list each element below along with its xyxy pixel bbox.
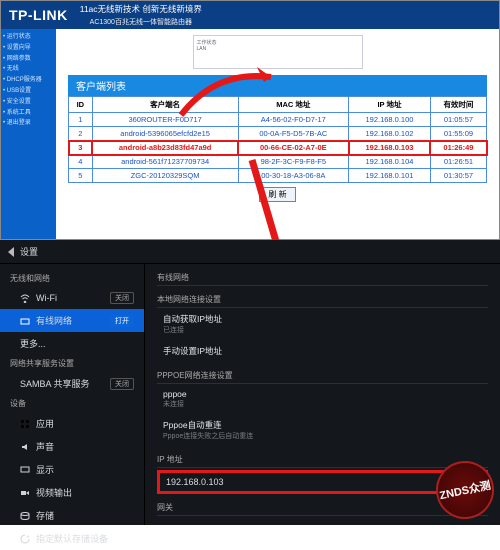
row-manual-ip[interactable]: 手动设置IP地址 (157, 340, 488, 362)
row-auto-ip[interactable]: 自动获取IP地址 已连接 (157, 308, 488, 340)
sidebar-item[interactable]: • DHCP服务器 (3, 75, 54, 86)
subhead-local-conn: 本地网络连接设置 (157, 292, 488, 308)
subhead-ip: IP 地址 (157, 452, 488, 468)
router-sidebar[interactable]: • 运行状态• 设置向导• 网络参数• 无线• DHCP服务器• USB设置• … (1, 29, 56, 239)
sidebar-item[interactable]: • 运行状态 (3, 32, 54, 43)
sidebar-item-more[interactable]: 更多... (0, 332, 144, 355)
sidebar-item-ethernet[interactable]: 有线网络 打开 (0, 309, 144, 332)
table-row[interactable]: 5ZGC-20120329SQM00-30-18-A3-06-8A192.168… (69, 169, 487, 183)
table-row[interactable]: 2android-5396065efcfd2e1500-0A-F5-D5-7B-… (69, 127, 487, 141)
sidebar-item-samba[interactable]: SAMBA 共享服务 关闭 (0, 372, 144, 395)
ethernet-icon (20, 316, 30, 326)
group-device: 设备 (0, 395, 144, 412)
sidebar-item[interactable]: • 系统工具 (3, 108, 54, 119)
sidebar-item-声音[interactable]: 声音 (0, 435, 144, 458)
group-share: 网络共享服务设置 (0, 355, 144, 372)
sidebar-item[interactable]: • 退出登录 (3, 118, 54, 129)
refresh-button[interactable]: 刷 新 (259, 187, 295, 202)
sidebar-item-存储[interactable]: 存储 (0, 504, 144, 527)
sound-icon (20, 442, 30, 452)
row-pppoe-redial[interactable]: Pppoe自动重连 Pppoe连接失败之后自动重连 (157, 414, 488, 446)
annotation-arrow-top (176, 65, 286, 121)
status-panel: 工作状态 LAN (193, 35, 363, 69)
samba-toggle-chip[interactable]: 关闭 (110, 378, 134, 390)
ip-address-value: 192.168.0.103 (166, 477, 479, 487)
brand-logo: TP-LINK (9, 7, 68, 23)
table-row[interactable]: 3android-a8b23d83fd47a9d00-66-CE-02-A7-0… (69, 141, 487, 155)
sidebar-item[interactable]: • 设置向导 (3, 43, 54, 54)
table-col-header: ID (69, 97, 93, 113)
storage-icon (20, 511, 30, 521)
row-pppoe[interactable]: pppoe 未连接 (157, 384, 488, 414)
sidebar-item[interactable]: • 安全设置 (3, 97, 54, 108)
reset-icon (20, 534, 30, 544)
sidebar-item-wifi[interactable]: Wi-Fi 关闭 (0, 287, 144, 309)
table-col-header: 有效时间 (430, 97, 486, 113)
display-icon (20, 465, 30, 475)
table-row[interactable]: 4android-561f7123770973498-2F-3C-F9-F8-F… (69, 155, 487, 169)
header-tagline: 11ac无线新技术 创新无线新境界 (80, 3, 202, 15)
sidebar-item-视频输出[interactable]: 视频输出 (0, 481, 144, 504)
page-title: 设置 (20, 245, 38, 258)
sidebar-item-指定默认存储设备[interactable]: 指定默认存储设备 (0, 527, 144, 550)
detail-title: 有线网络 (157, 270, 488, 286)
group-wireless: 无线和网络 (0, 270, 144, 287)
ethernet-toggle-chip[interactable]: 打开 (110, 315, 134, 327)
subhead-pppoe: PPPOE网络连接设置 (157, 368, 488, 384)
back-icon[interactable] (8, 247, 14, 257)
table-col-header: IP 地址 (349, 97, 431, 113)
apps-icon (20, 419, 30, 429)
sidebar-item-应用[interactable]: 应用 (0, 412, 144, 435)
wifi-toggle-chip[interactable]: 关闭 (110, 292, 134, 304)
settings-sidebar: 无线和网络 Wi-Fi 关闭 有线网络 打开 更多... 网络共享服务设置 SA… (0, 264, 145, 525)
wifi-icon (20, 293, 30, 303)
sidebar-item[interactable]: • 无线 (3, 64, 54, 75)
header-subtitle: AC1300百兆无线一体智能路由器 (80, 17, 202, 27)
video-icon (20, 488, 30, 498)
sidebar-item-显示[interactable]: 显示 (0, 458, 144, 481)
sidebar-item[interactable]: • USB设置 (3, 86, 54, 97)
sidebar-item[interactable]: • 网络参数 (3, 54, 54, 65)
